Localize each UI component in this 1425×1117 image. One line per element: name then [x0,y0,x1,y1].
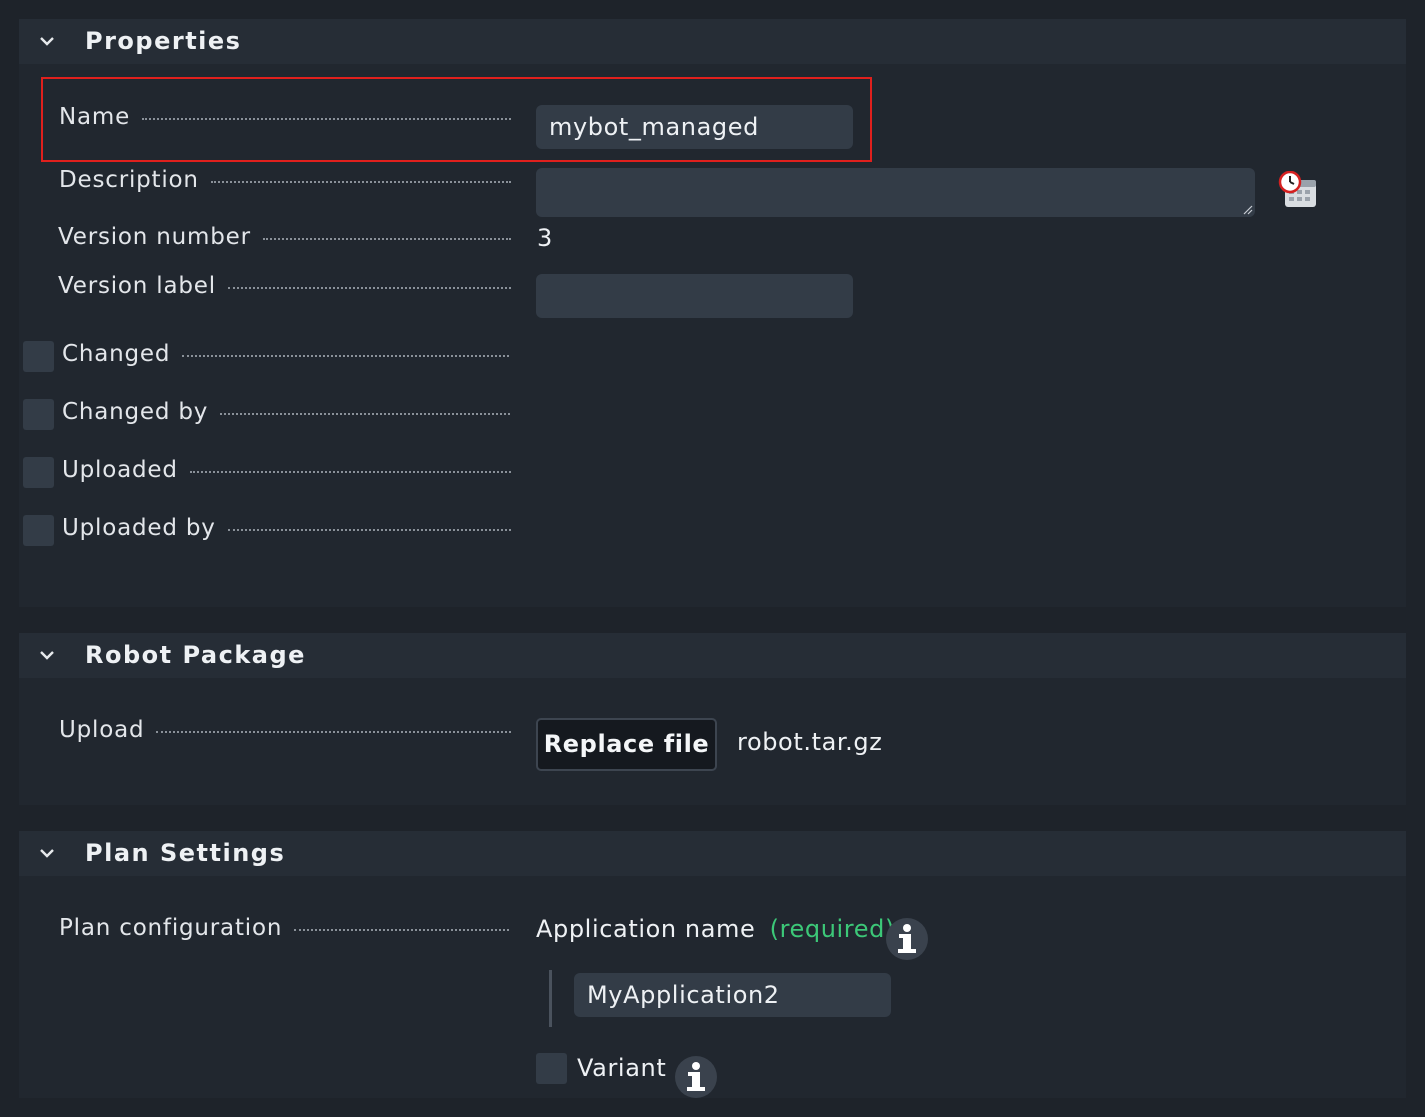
nested-indent-bar [549,970,552,1027]
application-name-label: Application name (required) [536,915,895,943]
info-icon[interactable] [675,1056,717,1098]
changed-row-label: Changed [62,341,509,367]
chevron-down-icon [40,651,54,660]
chevron-down-icon [40,849,54,858]
section-title-properties: Properties [85,27,242,55]
version-label-input[interactable] [536,274,853,318]
robot-package-header[interactable]: Robot Package [19,633,1406,678]
info-icon[interactable] [886,918,928,960]
plan-configuration-row-label: Plan configuration [59,915,509,941]
application-name-text: Application name [536,915,756,943]
calendar-clock-icon[interactable] [1278,171,1318,209]
description-row-label: Description [59,167,511,193]
uploaded-by-row-label: Uploaded by [62,515,511,541]
version-label-row-label: Version label [58,273,511,299]
changed-by-checkbox[interactable] [23,399,54,430]
uploaded-row-label: Uploaded [62,457,511,483]
section-title-robot-package: Robot Package [85,641,306,669]
replace-file-button[interactable]: Replace file [536,718,717,771]
name-row-label: Name [59,104,511,130]
properties-header[interactable]: Properties [19,19,1406,64]
uploaded-by-checkbox[interactable] [23,515,54,546]
version-number-value: 3 [537,224,553,252]
plan-settings-header[interactable]: Plan Settings [19,831,1406,876]
name-input[interactable]: mybot_managed [536,105,853,149]
uploaded-checkbox[interactable] [23,457,54,488]
variant-label: Variant [577,1054,667,1082]
version-number-row-label: Version number [58,224,511,250]
resize-handle-icon[interactable] [1243,205,1253,215]
description-textarea[interactable] [536,168,1255,217]
changed-by-row-label: Changed by [62,399,510,425]
upload-row-label: Upload [59,717,511,743]
application-name-input[interactable]: MyApplication2 [574,973,891,1017]
changed-checkbox[interactable] [23,341,54,372]
uploaded-file-name: robot.tar.gz [737,728,883,756]
chevron-down-icon [40,37,54,46]
required-marker: (required) [769,915,895,943]
section-title-plan-settings: Plan Settings [85,839,286,867]
variant-checkbox[interactable] [536,1053,567,1084]
